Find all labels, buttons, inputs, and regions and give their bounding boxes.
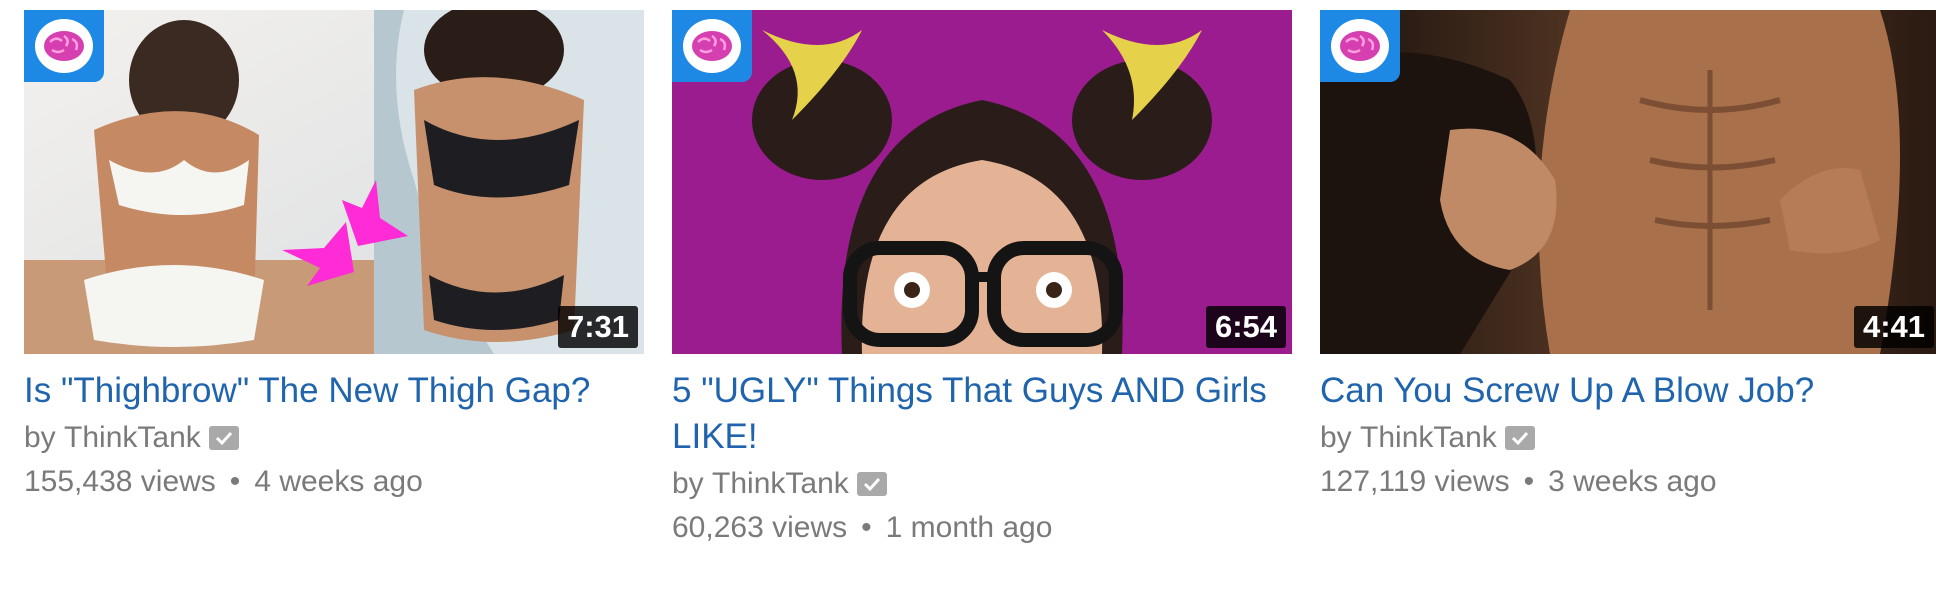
view-count: 155,438 views [24, 465, 216, 498]
brain-logo-icon [44, 31, 84, 61]
video-title-link[interactable]: 5 "UGLY" Things That Guys AND Girls LIKE… [672, 368, 1292, 460]
video-duration: 7:31 [557, 306, 638, 348]
thumbnail-image [24, 10, 644, 354]
view-count: 127,119 views [1320, 465, 1510, 498]
thumbnail-image [1320, 10, 1936, 354]
view-count: 60,263 views [672, 511, 848, 544]
separator-dot: • [861, 511, 872, 544]
channel-byline: by ThinkTank [1320, 416, 1936, 460]
brain-logo-icon [1340, 31, 1380, 61]
channel-byline: by ThinkTank [672, 462, 1292, 506]
upload-age: 4 weeks ago [254, 465, 423, 498]
thumbnail-image [672, 10, 1292, 354]
verified-check-icon [856, 472, 887, 496]
verified-check-icon [1504, 426, 1535, 450]
video-card: 7:31 Is "Thighbrow" The New Thigh Gap? b… [24, 10, 644, 504]
video-thumbnail[interactable]: 7:31 [24, 10, 644, 354]
video-grid: 7:31 Is "Thighbrow" The New Thigh Gap? b… [0, 0, 1936, 603]
channel-name-link[interactable]: ThinkTank [1360, 416, 1497, 460]
video-meta: 60,263 views • 1 month ago [672, 506, 1292, 550]
byline-prefix: by [24, 421, 56, 454]
video-title-link[interactable]: Is "Thighbrow" The New Thigh Gap? [24, 368, 644, 414]
channel-logo-badge [672, 10, 752, 82]
video-thumbnail[interactable]: 4:41 [1320, 10, 1936, 354]
video-duration: 6:54 [1205, 306, 1286, 348]
upload-age: 1 month ago [885, 511, 1053, 544]
upload-age: 3 weeks ago [1548, 465, 1717, 498]
video-title-link[interactable]: Can You Screw Up A Blow Job? [1320, 368, 1936, 414]
byline-prefix: by [1320, 421, 1352, 454]
video-card: 4:41 Can You Screw Up A Blow Job? by Thi… [1320, 10, 1936, 504]
video-meta: 127,119 views • 3 weeks ago [1320, 460, 1936, 504]
channel-byline: by ThinkTank [24, 416, 644, 460]
video-card: 6:54 5 "UGLY" Things That Guys AND Girls… [672, 10, 1292, 550]
channel-name-link[interactable]: ThinkTank [712, 462, 849, 506]
video-thumbnail[interactable]: 6:54 [672, 10, 1292, 354]
channel-name-link[interactable]: ThinkTank [64, 416, 201, 460]
channel-logo-badge [1320, 10, 1400, 82]
video-duration: 4:41 [1853, 306, 1934, 348]
separator-dot: • [1523, 465, 1535, 498]
separator-dot: • [229, 465, 241, 498]
channel-logo-badge [24, 10, 104, 82]
byline-prefix: by [672, 467, 704, 500]
verified-check-icon [208, 426, 239, 450]
video-meta: 155,438 views • 4 weeks ago [24, 460, 644, 504]
brain-logo-icon [692, 31, 732, 61]
